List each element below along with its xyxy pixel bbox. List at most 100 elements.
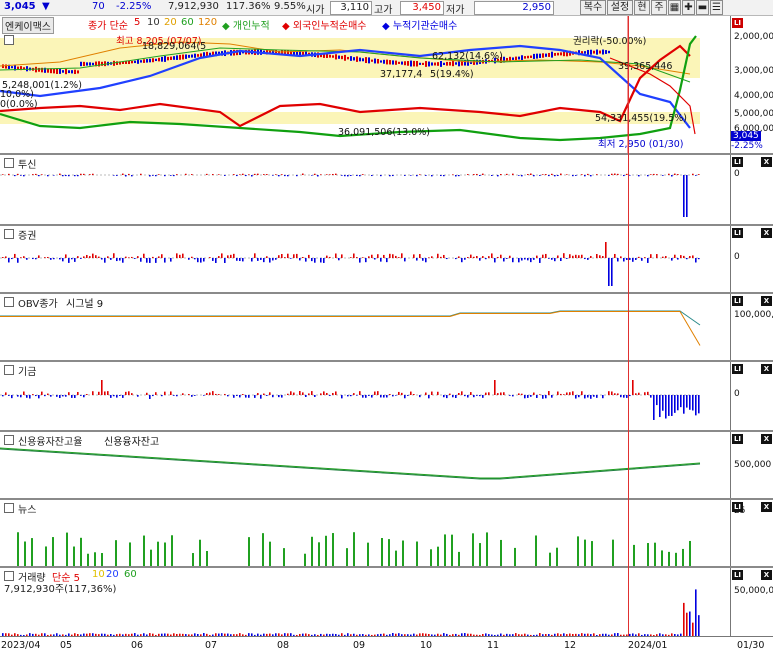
current-button[interactable]: 현 [634, 0, 650, 15]
flow-bar [650, 395, 652, 398]
close-icon[interactable]: X [761, 502, 772, 512]
flow-bar [284, 257, 286, 258]
flow-bar [155, 392, 157, 395]
flow-bar [404, 175, 406, 176]
flow-bar [329, 395, 331, 396]
candle [137, 59, 139, 64]
pane-checkbox[interactable] [4, 158, 14, 168]
flow-bar [416, 258, 418, 261]
flow-bar [35, 395, 37, 397]
stock-name[interactable]: 엔케이맥스 [2, 17, 54, 34]
candle [398, 61, 400, 64]
flow-bar [47, 393, 49, 395]
flow-bar [332, 392, 334, 395]
flow-bar [299, 391, 301, 395]
close-icon[interactable]: X [761, 228, 772, 238]
pane-title-4: 기금 [18, 367, 37, 378]
pane-lock-icon[interactable]: LI [732, 18, 743, 28]
pane-checkbox[interactable] [4, 435, 14, 445]
flow-bar [89, 174, 91, 175]
flow-bar [695, 258, 697, 263]
pane-checkbox[interactable] [4, 229, 14, 239]
flow-bar [506, 258, 508, 259]
pane-checkbox[interactable] [4, 35, 14, 45]
pane-checkbox[interactable] [4, 503, 14, 513]
note-button[interactable]: 주 [651, 0, 667, 15]
pane-lock-icon[interactable]: LI [732, 434, 743, 444]
flow-bar [485, 258, 487, 260]
news-bar [451, 534, 453, 566]
flow-bar [158, 174, 160, 175]
news-bar [430, 549, 432, 566]
candle [347, 56, 349, 60]
flow-bar [617, 173, 619, 175]
flow-bar [572, 255, 574, 258]
high-value: 3,450 [412, 2, 441, 13]
flow-bar [461, 391, 463, 395]
restore-button[interactable]: 복수 [580, 0, 606, 15]
flow-bar [698, 258, 700, 260]
candle [389, 60, 391, 65]
candle [410, 60, 412, 67]
pane-lock-icon[interactable]: LI [732, 570, 743, 580]
flow-bar [680, 255, 682, 258]
pane-title-3: OBV종가 [18, 299, 58, 310]
flow-bar [350, 257, 352, 258]
last-price-badge: 3,045 [731, 131, 761, 141]
flow-bar [521, 393, 523, 395]
flow-bar [470, 392, 472, 395]
flow-bar [11, 395, 13, 399]
flow-bar [569, 392, 571, 395]
flow-bar [332, 173, 334, 175]
flow-bar [686, 175, 688, 217]
pane-lock-icon[interactable]: LI [732, 502, 743, 512]
pane-checkbox[interactable] [4, 365, 14, 375]
flow-bar [314, 173, 316, 175]
flow-bar [62, 395, 64, 397]
crosshair-icon[interactable]: ✚ [682, 0, 695, 15]
list-icon[interactable]: ☰ [710, 0, 723, 15]
news-bar [437, 546, 439, 566]
flow-bar [524, 395, 526, 399]
candle [335, 54, 337, 60]
close-icon[interactable]: X [761, 364, 772, 374]
candle [599, 50, 601, 54]
news-bar [283, 548, 285, 566]
high-label: 고가 [374, 5, 393, 16]
news-bar [689, 540, 691, 566]
flow-bar [278, 175, 280, 177]
flow-bar [269, 258, 271, 263]
close-icon[interactable]: X [761, 296, 772, 306]
flow-bar [500, 173, 502, 175]
pane-checkbox[interactable] [4, 571, 14, 581]
news-bar [549, 552, 551, 566]
flow-bar [458, 175, 460, 177]
flow-bar [152, 256, 154, 258]
flow-bar [50, 258, 52, 260]
flow-bar [170, 258, 172, 262]
pane-lock-icon[interactable]: LI [732, 228, 743, 238]
flow-bar [218, 174, 220, 175]
flow-bar [662, 395, 664, 411]
flow-bar [584, 395, 586, 399]
candle [506, 57, 508, 61]
settings-button[interactable]: 설정 [607, 0, 633, 15]
flow-bar [401, 392, 403, 395]
grid-icon[interactable]: ▦ [668, 0, 681, 15]
flow-bar [566, 258, 568, 259]
pane-lock-icon[interactable]: LI [732, 364, 743, 374]
flow-bar [335, 253, 337, 258]
pane-checkbox[interactable] [4, 297, 14, 307]
flow-bar [629, 175, 631, 176]
close-icon[interactable]: X [761, 157, 772, 167]
close-icon[interactable]: X [761, 434, 772, 444]
pane-lock-icon[interactable]: LI [732, 296, 743, 306]
close-icon[interactable]: X [761, 570, 772, 580]
flow-bar [671, 258, 673, 261]
minus-icon[interactable]: ▬ [696, 0, 709, 15]
pane-lock-icon[interactable]: LI [732, 157, 743, 167]
news-bar [17, 532, 19, 566]
candle [164, 56, 166, 62]
candle [449, 61, 451, 66]
flow-bar [380, 395, 382, 398]
